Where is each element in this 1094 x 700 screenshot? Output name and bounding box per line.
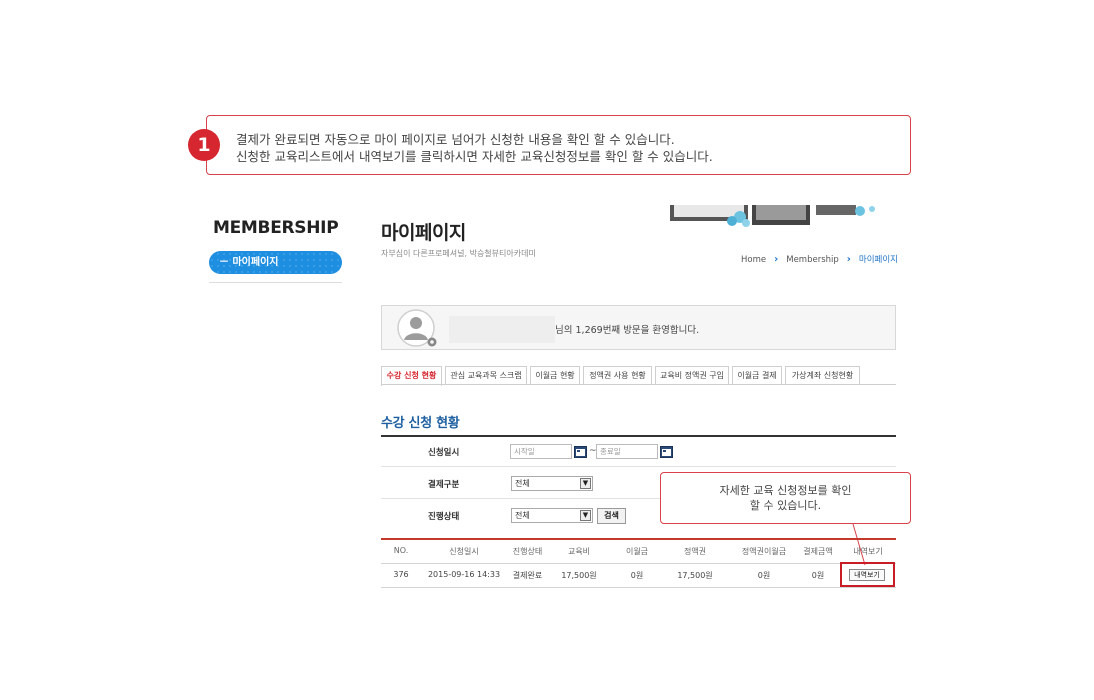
column-header-no: NO. xyxy=(393,546,409,555)
tab-voucher-purchase[interactable]: 교육비 정액권 구입 xyxy=(655,366,729,385)
cell-date: 2015-09-16 14:33 xyxy=(427,570,501,579)
cell-fee: 17,500원 xyxy=(561,571,597,580)
detail-view-button[interactable]: 내역보기 xyxy=(849,569,885,581)
cell-no: 376 xyxy=(393,570,409,579)
tab-virtual-account[interactable]: 가상계좌 신청현황 xyxy=(785,366,860,385)
step-instruction-line-2: 신청한 교육리스트에서 내역보기를 클릭하시면 자세한 교육신청정보를 확인 할… xyxy=(236,149,713,164)
payment-type-select[interactable]: 전체 ▼ xyxy=(511,476,593,491)
page-title: 마이페이지 xyxy=(381,222,466,244)
avatar-icon xyxy=(397,309,437,347)
payment-type-value: 전체 xyxy=(515,479,530,488)
column-header-payment: 결제금액 xyxy=(803,547,833,556)
cell-voucher: 17,500원 xyxy=(677,571,713,580)
user-name-redacted xyxy=(449,316,555,343)
sidebar-title: MEMBERSHIP xyxy=(213,218,339,238)
cell-status: 결제완료 xyxy=(512,571,543,580)
welcome-message: 님의 1,269번째 방문을 환영합니다. xyxy=(555,325,700,336)
column-header-date: 신청일시 xyxy=(449,547,479,556)
cell-voucher-carryover: 0원 xyxy=(757,571,771,580)
tab-course-scrap[interactable]: 관심 교육과목 스크랩 xyxy=(445,366,527,385)
filter-row-divider xyxy=(381,466,896,467)
progress-status-select[interactable]: 전체 ▼ xyxy=(511,508,593,523)
column-header-status: 진행상태 xyxy=(512,547,543,556)
breadcrumb-home[interactable]: Home xyxy=(741,255,766,265)
sidebar-item-mypage[interactable]: － 마이페이지 xyxy=(209,251,342,274)
breadcrumb-separator-icon: › xyxy=(774,254,779,265)
date-filter-label: 신청일시 xyxy=(428,448,460,458)
search-button[interactable]: 검색 xyxy=(597,508,626,524)
payment-type-label: 결제구분 xyxy=(428,480,460,490)
column-header-voucher: 정액권 xyxy=(683,547,707,556)
column-header-voucher-carryover: 정액권이월금 xyxy=(741,547,787,556)
results-header-divider xyxy=(381,563,896,564)
step-number-badge: 1 xyxy=(188,129,220,161)
column-header-detail: 내역보기 xyxy=(853,547,883,556)
cell-payment: 0원 xyxy=(811,571,825,580)
tip-pointer-line xyxy=(852,523,866,566)
column-header-carryover: 이월금 xyxy=(625,547,649,556)
sidebar-divider xyxy=(209,282,342,283)
chevron-down-icon: ▼ xyxy=(580,478,591,489)
tip-line-1: 자세한 교육 신청정보를 확인 xyxy=(719,484,852,497)
tabs-baseline xyxy=(381,384,896,385)
tab-carryover-status[interactable]: 이월금 현황 xyxy=(530,366,580,385)
header-decoration-image xyxy=(670,205,875,227)
column-header-fee: 교육비 xyxy=(567,547,591,556)
page-subtitle: 자부심이 다른프로페셔널, 박승철뷰티아카데미 xyxy=(381,249,536,258)
section-title: 수강 신청 현황 xyxy=(381,416,460,431)
start-date-input[interactable]: 시작일 xyxy=(510,444,572,459)
calendar-icon[interactable] xyxy=(574,445,587,458)
cell-carryover: 0원 xyxy=(630,571,644,580)
tab-voucher-usage[interactable]: 정액권 사용 현황 xyxy=(583,366,652,385)
end-date-input[interactable]: 종료일 xyxy=(596,444,658,459)
chevron-down-icon: ▼ xyxy=(580,510,591,521)
tab-enrollment-status[interactable]: 수강 신청 현황 xyxy=(381,366,442,386)
tip-callout: 자세한 교육 신청정보를 확인 할 수 있습니다. xyxy=(660,472,911,524)
progress-status-label: 진행상태 xyxy=(428,512,460,522)
results-table-bottom-border xyxy=(381,587,896,588)
breadcrumb-membership[interactable]: Membership xyxy=(786,255,839,265)
tip-line-2: 할 수 있습니다. xyxy=(749,499,822,512)
breadcrumb-separator-icon: › xyxy=(846,254,851,265)
results-table-top-border xyxy=(381,538,896,540)
filter-table-top-border xyxy=(381,435,896,437)
breadcrumb-current: 마이페이지 xyxy=(858,255,899,265)
calendar-icon[interactable] xyxy=(660,445,673,458)
progress-status-value: 전체 xyxy=(515,511,530,520)
breadcrumb: Home › Membership › 마이페이지 xyxy=(741,253,898,265)
tab-carryover-payment[interactable]: 이월금 결제 xyxy=(732,366,782,385)
